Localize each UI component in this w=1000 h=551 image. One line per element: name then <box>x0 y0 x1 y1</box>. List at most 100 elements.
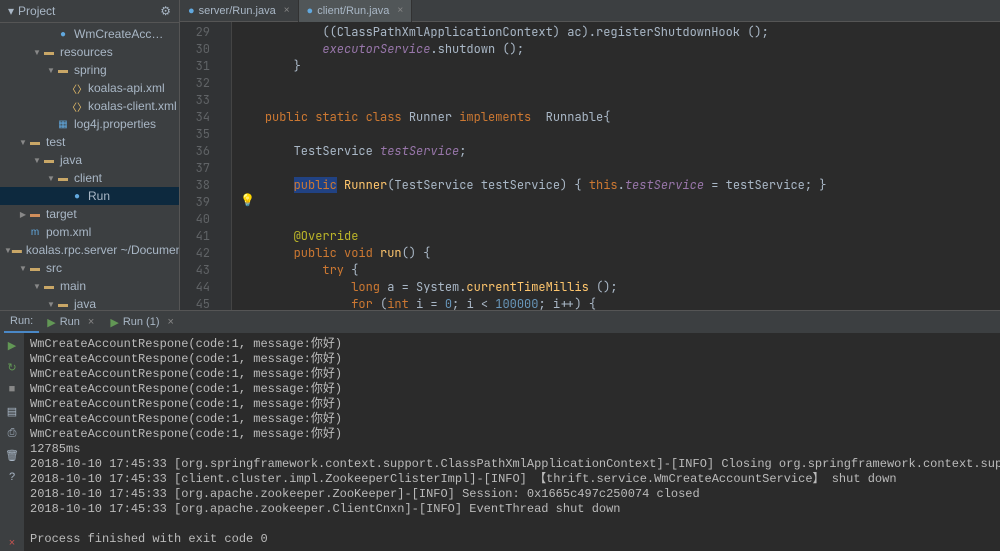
tree-row[interactable]: ▼▬ test <box>0 133 179 151</box>
tree-arrow-icon[interactable]: ▼ <box>32 282 42 291</box>
tree-node-icon: 〈〉 <box>70 81 84 95</box>
trash-icon[interactable]: 🗑 <box>4 447 20 463</box>
sidebar-title: Project <box>18 4 55 18</box>
tree-node-label: Run <box>88 189 110 203</box>
code-editor[interactable]: ((ClassPathXmlApplicationContext) ac).re… <box>232 22 1000 310</box>
tree-row[interactable]: ▦log4j.properties <box>0 115 179 133</box>
tab-label: server/Run.java <box>199 5 276 17</box>
tree-row[interactable]: ▶▬ target <box>0 205 179 223</box>
editor-area: ●server/Run.java×●client/Run.java× 29 30… <box>180 0 1000 310</box>
file-icon: ● <box>188 5 195 17</box>
run-toolbar: ▶ ↻ ■ ▤ ⎙ 🗑 ? × <box>0 333 24 551</box>
tree-row[interactable]: ▼▬ java <box>0 151 179 169</box>
tree-node-icon: ▬ <box>56 63 70 77</box>
tree-arrow-icon[interactable]: ▼ <box>32 156 42 165</box>
tree-node-label: WmCreateAcc… <box>74 27 163 41</box>
editor-tab-bar[interactable]: ●server/Run.java×●client/Run.java× <box>180 0 1000 22</box>
run-panel-label[interactable]: Run: <box>4 311 39 333</box>
layout-icon[interactable]: ▤ <box>4 403 20 419</box>
close-icon[interactable]: × <box>4 535 20 551</box>
tree-node-label: src <box>46 261 62 275</box>
sidebar-header[interactable]: ▾ Project ⚙ <box>0 0 179 23</box>
tree-row[interactable]: ▼▬ koalas.rpc.server ~/Documents/kc <box>0 241 179 259</box>
run-tab-bar[interactable]: Run: ▶ Run × ▶ Run (1) × <box>0 311 1000 333</box>
tree-arrow-icon[interactable]: ▼ <box>18 138 28 147</box>
help-icon[interactable]: ? <box>4 469 20 485</box>
tree-arrow-icon[interactable]: ▼ <box>18 264 28 273</box>
editor-tab[interactable]: ● server/Run.java × <box>180 0 299 22</box>
tree-node-label: koalas-api.xml <box>88 81 165 95</box>
close-icon[interactable]: × <box>88 316 94 328</box>
tree-node-icon: ▬ <box>42 45 56 59</box>
tree-node-icon: ▬ <box>42 153 56 167</box>
file-icon: ● <box>307 5 314 17</box>
tree-node-icon: ▬ <box>42 279 56 293</box>
console-output[interactable]: WmCreateAccountRespone(code:1, message:你… <box>24 333 1000 551</box>
tree-node-icon: ▬ <box>12 243 22 257</box>
tree-node-label: java <box>60 153 82 167</box>
stop-icon[interactable]: ■ <box>4 381 20 397</box>
tree-node-icon: ▬ <box>28 261 42 275</box>
tree-node-icon: 〈〉 <box>70 99 84 113</box>
line-gutter: 29 30 31 32 33 34 35 36 37 38 39 40 41 4… <box>180 22 216 310</box>
rerun-icon[interactable]: ↻ <box>4 359 20 375</box>
tree-node-icon: m <box>28 225 42 239</box>
tree-row[interactable]: m pom.xml <box>0 223 179 241</box>
editor-tab[interactable]: ●client/Run.java × <box>299 0 413 22</box>
tree-node-label: main <box>60 279 86 293</box>
tree-node-label: target <box>46 207 77 221</box>
tree-arrow-icon[interactable]: ▼ <box>46 174 56 183</box>
run-tab-label: Run (1) <box>123 316 160 328</box>
tree-node-label: resources <box>60 45 113 59</box>
tree-node-label: pom.xml <box>46 225 91 239</box>
tree-arrow-icon[interactable]: ▼ <box>46 300 56 309</box>
run-tab-label: Run <box>60 316 80 328</box>
tree-row[interactable]: ▼▬ main <box>0 277 179 295</box>
ide-root: ▾ Project ⚙ ●WmCreateAcc…▼▬resources▼▬sp… <box>0 0 1000 550</box>
run-icon: ▶ <box>47 316 55 329</box>
tree-node-icon: ● <box>56 27 70 41</box>
tree-node-label: client <box>74 171 102 185</box>
editor-body: 29 30 31 32 33 34 35 36 37 38 39 40 41 4… <box>180 22 1000 310</box>
run-icon: ▶ <box>110 316 118 329</box>
tree-row[interactable]: 〈〉koalas-client.xml <box>0 97 179 115</box>
project-tree[interactable]: ●WmCreateAcc…▼▬resources▼▬spring〈〉koalas… <box>0 23 179 310</box>
close-tab-icon[interactable]: × <box>284 5 290 16</box>
tree-row[interactable]: ● WmCreateAcc… <box>0 25 179 43</box>
tree-row[interactable]: 〈〉 koalas-api.xml <box>0 79 179 97</box>
tree-arrow-icon[interactable]: ▼ <box>32 48 42 57</box>
tree-node-label: log4j.properties <box>74 117 156 131</box>
tree-arrow-icon[interactable]: ▼ <box>46 66 56 75</box>
filter-icon[interactable]: ⎙ <box>4 425 20 441</box>
tree-node-label: spring <box>74 63 107 77</box>
close-tab-icon[interactable]: × <box>397 5 403 16</box>
main-area: ▾ Project ⚙ ●WmCreateAcc…▼▬resources▼▬sp… <box>0 0 1000 310</box>
intention-bulb-icon[interactable]: 💡 <box>240 193 255 207</box>
run-config-tab[interactable]: ▶ Run × <box>39 313 102 331</box>
run-config-tab[interactable]: ▶ Run (1) × <box>102 313 182 331</box>
tab-label: client/Run.java <box>317 5 389 17</box>
tree-arrow-icon[interactable]: ▼ <box>4 246 12 255</box>
tree-row[interactable]: ▼▬ client <box>0 169 179 187</box>
tree-node-icon: ▬ <box>56 171 70 185</box>
tree-arrow-icon[interactable]: ▶ <box>18 210 28 219</box>
tree-node-label: java <box>74 297 96 310</box>
run-panel: Run: ▶ Run × ▶ Run (1) × ▶ ↻ ■ ▤ ⎙ 🗑 ? × WmCr… <box>0 310 1000 551</box>
project-dropdown-icon[interactable]: ▾ <box>8 4 14 18</box>
tree-node-icon: ● <box>70 189 84 203</box>
tree-node-label: koalas.rpc.server ~/Documents/kc <box>26 243 179 257</box>
run-body: ▶ ↻ ■ ▤ ⎙ 🗑 ? × WmCreateAccountRespone(c… <box>0 333 1000 551</box>
tree-row[interactable]: ▼▬ java <box>0 295 179 310</box>
gutter-marks <box>216 22 232 310</box>
tree-node-icon: ▬ <box>28 207 42 221</box>
close-icon[interactable]: × <box>168 316 174 328</box>
tree-node-icon: ▬ <box>56 297 70 310</box>
tree-row[interactable]: ▼▬ src <box>0 259 179 277</box>
play-icon[interactable]: ▶ <box>4 337 20 353</box>
tree-node-icon: ▬ <box>28 135 42 149</box>
tree-row[interactable]: ● Run <box>0 187 179 205</box>
tree-row[interactable]: ▼▬ resources <box>0 43 179 61</box>
tree-row[interactable]: ▼▬ spring <box>0 61 179 79</box>
gear-icon[interactable]: ⚙ <box>160 4 171 18</box>
tree-node-label: test <box>46 135 65 149</box>
